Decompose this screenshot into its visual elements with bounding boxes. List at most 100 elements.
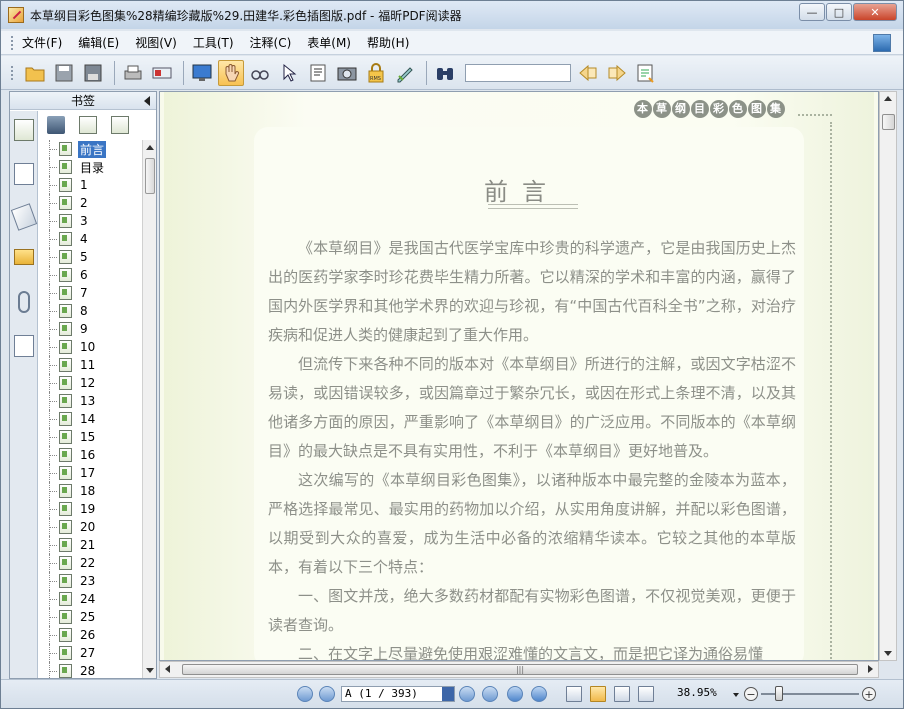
bookmark-item[interactable]: 8 xyxy=(39,302,142,320)
document-vertical-scrollbar[interactable] xyxy=(879,91,897,661)
add-bookmark-icon[interactable] xyxy=(79,116,97,134)
page-number-field[interactable]: A (1 / 393) xyxy=(341,686,455,702)
hand-tool-icon[interactable] xyxy=(218,59,244,86)
prev-result-icon[interactable] xyxy=(575,60,601,86)
bookmark-item[interactable]: 1 xyxy=(39,176,142,194)
single-page-view-icon[interactable] xyxy=(566,686,582,702)
bookmark-item[interactable]: 21 xyxy=(39,536,142,554)
facing-view-icon[interactable] xyxy=(614,686,630,702)
bookmark-item[interactable]: 前言 xyxy=(39,140,142,158)
bookmark-item[interactable]: 4 xyxy=(39,230,142,248)
bookmark-item[interactable]: 3 xyxy=(39,212,142,230)
menu-file[interactable]: 文件(F) xyxy=(22,34,62,51)
snapshot-icon[interactable] xyxy=(334,60,360,86)
document-horizontal-scrollbar[interactable]: ||| xyxy=(159,661,879,678)
bookmark-item[interactable]: 27 xyxy=(39,644,142,662)
scan-icon[interactable] xyxy=(149,60,175,86)
scroll-right-arrow-icon[interactable] xyxy=(868,665,873,673)
comments-tab-icon[interactable] xyxy=(14,249,34,265)
bookmark-item[interactable]: 13 xyxy=(39,392,142,410)
bookmark-item[interactable]: 26 xyxy=(39,626,142,644)
go-back-icon[interactable] xyxy=(507,686,523,702)
bookmark-item[interactable]: 20 xyxy=(39,518,142,536)
bookmark-item[interactable]: 23 xyxy=(39,572,142,590)
next-result-icon[interactable] xyxy=(604,60,630,86)
expand-bookmark-icon[interactable] xyxy=(111,116,129,134)
menu-tools[interactable]: 工具(T) xyxy=(193,34,234,51)
menu-form[interactable]: 表单(M) xyxy=(307,34,351,51)
delete-bookmark-icon[interactable] xyxy=(47,116,65,134)
scroll-down-arrow-icon[interactable] xyxy=(884,651,892,656)
bookmark-item[interactable]: 2 xyxy=(39,194,142,212)
bookmark-item[interactable]: 14 xyxy=(39,410,142,428)
signature-icon[interactable] xyxy=(392,60,418,86)
layers-tab-icon[interactable] xyxy=(10,203,38,231)
bookmark-item[interactable]: 5 xyxy=(39,248,142,266)
bookmark-item[interactable]: 6 xyxy=(39,266,142,284)
bookmark-item[interactable]: 24 xyxy=(39,590,142,608)
signatures-tab-icon[interactable] xyxy=(14,335,34,357)
search-input[interactable] xyxy=(465,63,571,82)
previous-page-icon[interactable] xyxy=(319,686,335,702)
bookmark-item[interactable]: 18 xyxy=(39,482,142,500)
bookmark-page-icon xyxy=(59,214,72,228)
text-select-icon[interactable] xyxy=(305,60,331,86)
first-page-icon[interactable] xyxy=(297,686,313,702)
menu-comment[interactable]: 注释(C) xyxy=(250,34,292,51)
save-as-icon[interactable] xyxy=(80,60,106,86)
zoom-out-button[interactable]: − xyxy=(744,687,758,701)
bookmark-item[interactable]: 9 xyxy=(39,320,142,338)
bookmark-item[interactable]: 15 xyxy=(39,428,142,446)
menu-help[interactable]: 帮助(H) xyxy=(367,34,409,51)
binoculars-search-icon[interactable] xyxy=(432,60,458,86)
bookmark-item[interactable]: 19 xyxy=(39,500,142,518)
bookmark-item[interactable]: 25 xyxy=(39,608,142,626)
bookmark-item[interactable]: 10 xyxy=(39,338,142,356)
paragraph: 但流传下来各种不同的版本对《本草纲目》所进行的注解，或因文字枯涩不易读，或因错误… xyxy=(268,355,796,460)
zoom-in-button[interactable]: + xyxy=(862,687,876,701)
bookmark-item[interactable]: 12 xyxy=(39,374,142,392)
bookmark-item[interactable]: 17 xyxy=(39,464,142,482)
open-folder-icon[interactable] xyxy=(22,60,48,86)
zoom-slider-thumb[interactable] xyxy=(775,686,783,701)
highlight-icon[interactable] xyxy=(633,60,659,86)
go-forward-icon[interactable] xyxy=(531,686,547,702)
pages-tab-icon[interactable] xyxy=(14,163,34,185)
next-page-icon[interactable] xyxy=(459,686,475,702)
bookmark-item[interactable]: 28 xyxy=(39,662,142,678)
bookmark-item[interactable]: 7 xyxy=(39,284,142,302)
zoom-dropdown-icon[interactable] xyxy=(733,693,739,697)
last-page-icon[interactable] xyxy=(482,686,498,702)
collapse-panel-icon[interactable] xyxy=(144,96,150,106)
close-button[interactable]: ✕ xyxy=(853,3,897,21)
scroll-up-arrow-icon[interactable] xyxy=(146,145,154,150)
attachments-tab-icon[interactable] xyxy=(18,291,30,313)
continuous-facing-view-icon[interactable] xyxy=(638,686,654,702)
scroll-left-arrow-icon[interactable] xyxy=(165,665,170,673)
minimize-button[interactable]: — xyxy=(799,3,825,21)
bookmarks-tab-icon[interactable] xyxy=(14,119,34,141)
scroll-thumb[interactable] xyxy=(145,158,155,194)
rms-lock-icon[interactable]: RMS xyxy=(363,60,389,86)
select-arrow-icon[interactable] xyxy=(276,60,302,86)
bookmark-item[interactable]: 22 xyxy=(39,554,142,572)
expand-view-icon[interactable] xyxy=(873,34,891,52)
fullscreen-icon[interactable] xyxy=(189,60,215,86)
bookmark-scrollbar[interactable] xyxy=(142,140,156,678)
document-view[interactable]: 本草纲目彩色图集 前言 《本草纲目》是我国古代医学宝库中珍贵的科学遗产，它是由我… xyxy=(159,91,879,661)
page-dropdown-icon[interactable] xyxy=(442,687,454,701)
bookmark-item[interactable]: 目录 xyxy=(39,158,142,176)
bookmark-item[interactable]: 11 xyxy=(39,356,142,374)
menu-edit[interactable]: 编辑(E) xyxy=(78,34,119,51)
scroll-thumb[interactable]: ||| xyxy=(182,664,858,675)
bookmark-item[interactable]: 16 xyxy=(39,446,142,464)
restore-button[interactable]: □ xyxy=(826,3,852,21)
scroll-down-arrow-icon[interactable] xyxy=(146,668,154,673)
scroll-thumb[interactable] xyxy=(882,114,895,130)
save-icon[interactable] xyxy=(51,60,77,86)
print-icon[interactable] xyxy=(120,60,146,86)
scroll-up-arrow-icon[interactable] xyxy=(884,96,892,101)
continuous-view-icon[interactable] xyxy=(590,686,606,702)
menu-view[interactable]: 视图(V) xyxy=(135,34,177,51)
zoom-glasses-icon[interactable] xyxy=(247,60,273,86)
